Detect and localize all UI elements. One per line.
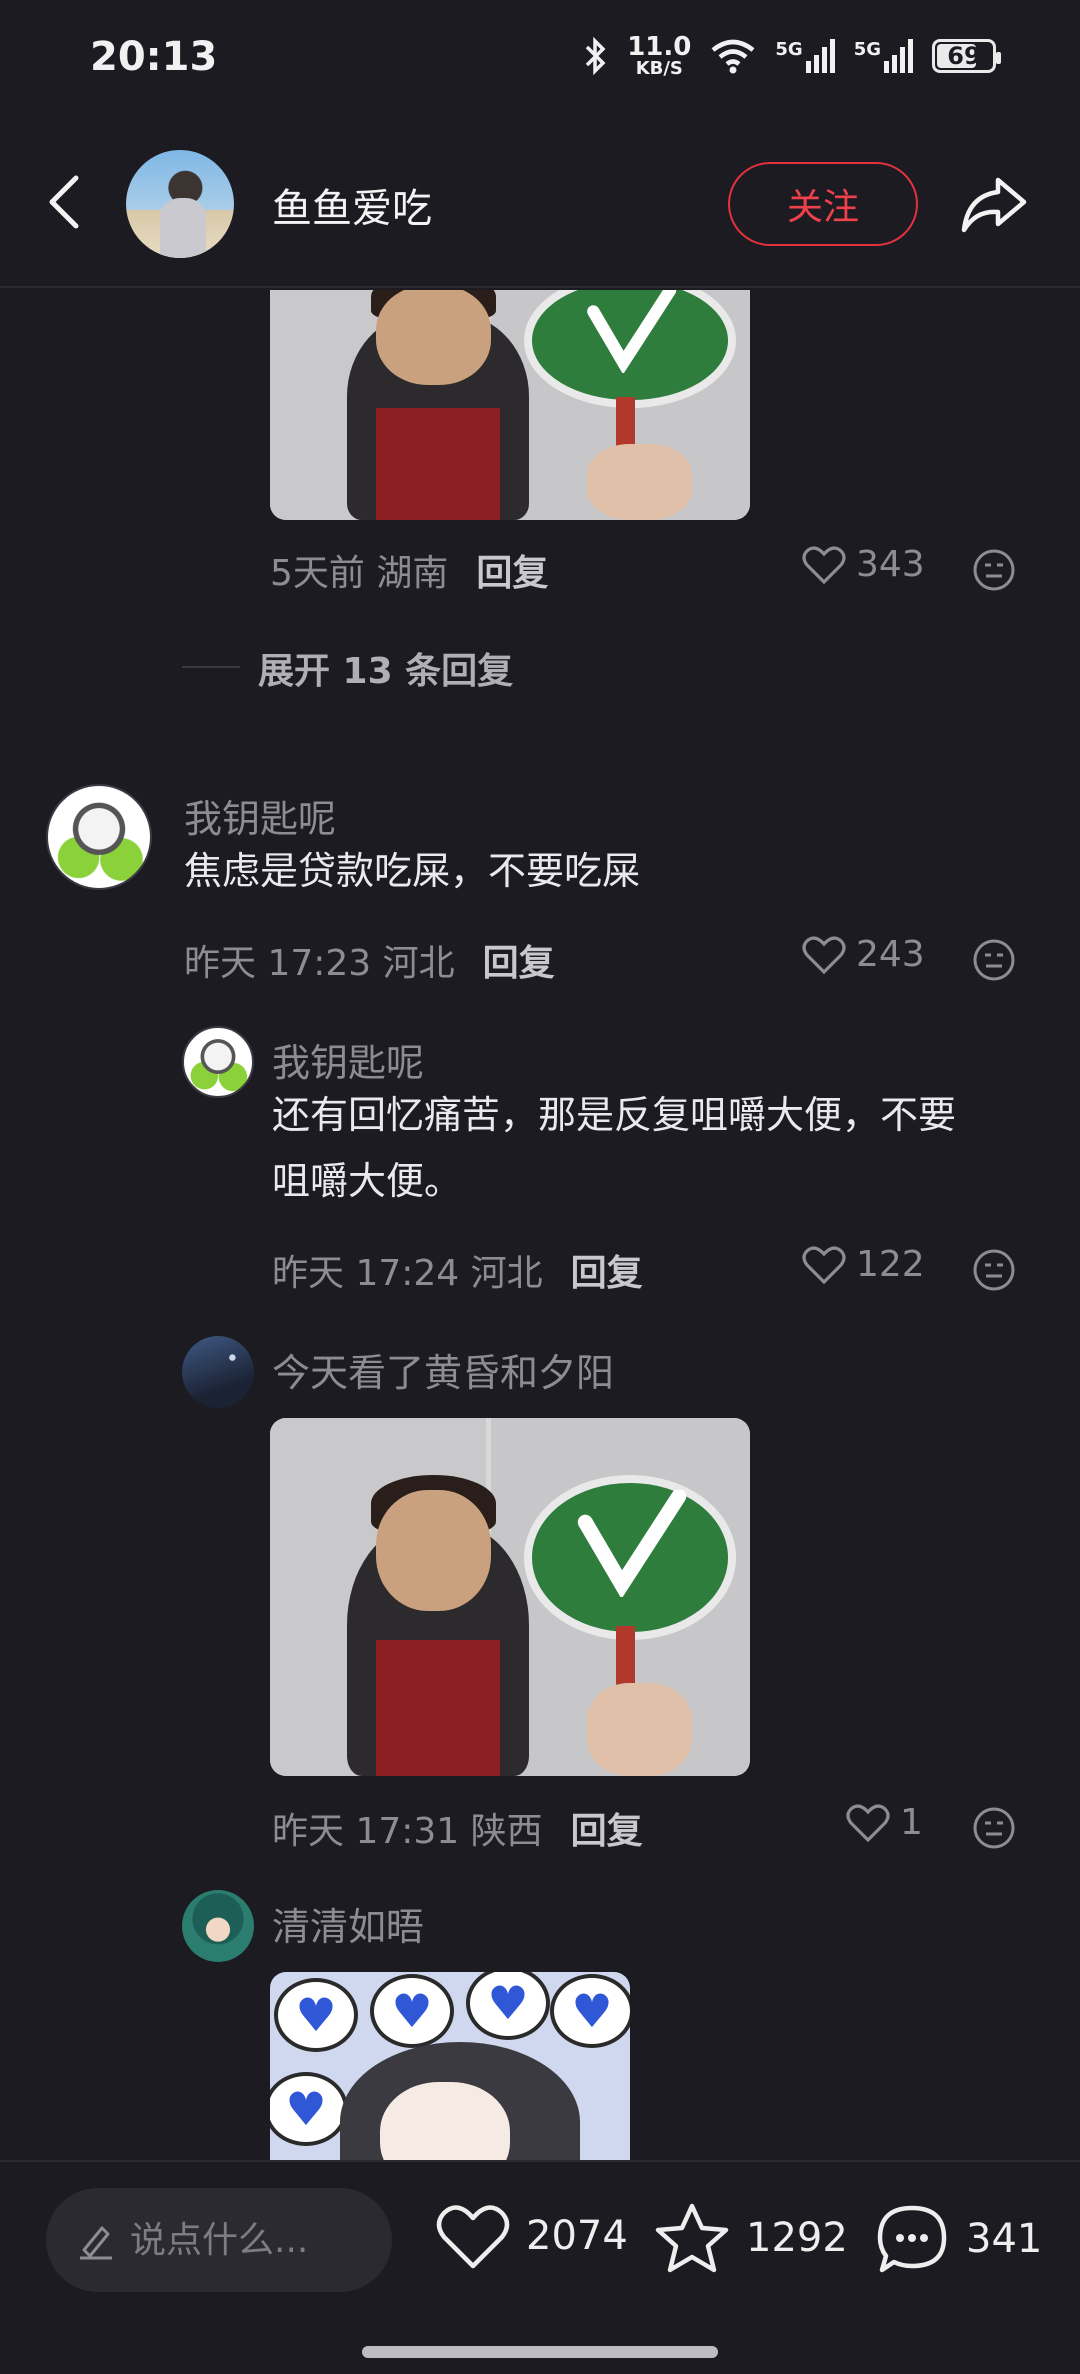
home-indicator[interactable] bbox=[362, 2346, 718, 2358]
like-post-button[interactable]: 2074 bbox=[436, 2202, 628, 2270]
status-time: 20:13 bbox=[90, 34, 218, 80]
comment-field[interactable] bbox=[130, 2219, 350, 2261]
reply-button[interactable]: 回复 bbox=[571, 1244, 643, 1296]
reply-meta: 昨天 17:31 陕西 回复 bbox=[272, 1802, 643, 1854]
heart-icon bbox=[436, 2205, 510, 2269]
status-icons: 11.0 KB/S 5G 5G 69 bbox=[583, 32, 1001, 79]
emoji-reaction-icon[interactable] bbox=[972, 1806, 1016, 1850]
reply-button[interactable]: 回复 bbox=[476, 544, 548, 596]
expand-replies-button[interactable]: 展开 13 条回复 bbox=[258, 642, 513, 694]
reply-image[interactable] bbox=[270, 290, 750, 520]
comments-button[interactable]: 341 bbox=[874, 2202, 1042, 2276]
comment-bubble-icon bbox=[877, 2205, 947, 2273]
reply-meta: 昨天 17:24 河北 回复 bbox=[272, 1244, 643, 1296]
header: 鱼鱼爱吃 关注 bbox=[0, 120, 1080, 288]
back-arrow-icon[interactable] bbox=[40, 170, 90, 234]
like-button[interactable]: 1 bbox=[846, 1802, 923, 1843]
replier-avatar[interactable] bbox=[182, 1890, 254, 1962]
replier-avatar[interactable] bbox=[182, 1026, 254, 1098]
comment-input[interactable] bbox=[46, 2188, 392, 2292]
signal-bars-icon bbox=[884, 39, 913, 73]
like-button[interactable]: 122 bbox=[802, 1244, 925, 1285]
bluetooth-icon bbox=[585, 36, 606, 76]
expand-divider bbox=[182, 666, 240, 668]
reply-button[interactable]: 回复 bbox=[483, 934, 555, 986]
share-icon[interactable] bbox=[956, 166, 1032, 242]
comment-meta: 5天前 湖南 回复 bbox=[270, 544, 548, 596]
replier-name[interactable]: 今天看了黄昏和夕阳 bbox=[272, 1342, 614, 1397]
cell-signal-1: 5G bbox=[775, 39, 835, 73]
commenter-avatar[interactable] bbox=[46, 784, 152, 890]
signal-bars-icon bbox=[805, 39, 835, 73]
wifi-icon bbox=[711, 39, 755, 74]
heart-icon bbox=[802, 546, 846, 584]
comment-text: 焦虑是贷款吃屎，不要吃屎 bbox=[184, 849, 641, 893]
status-bar: 20:13 11.0 KB/S 5G 5G 69 bbox=[0, 0, 1080, 120]
reply-text: 还有回忆痛苦，那是反复咀嚼大便，不要 咀嚼大便。 bbox=[272, 1093, 957, 1203]
reply-image[interactable] bbox=[270, 1418, 750, 1776]
follow-button[interactable]: 关注 bbox=[728, 162, 918, 246]
reply-button[interactable]: 回复 bbox=[571, 1802, 643, 1854]
reply-image[interactable]: ♥ ♥ ♥ ♥ ♥ bbox=[270, 1972, 630, 2160]
author-name[interactable]: 鱼鱼爱吃 bbox=[272, 176, 432, 234]
emoji-reaction-icon[interactable] bbox=[972, 1248, 1016, 1292]
commenter-name[interactable]: 我钥匙呢 bbox=[184, 788, 336, 843]
replier-name[interactable]: 我钥匙呢 bbox=[272, 1032, 424, 1087]
pencil-icon bbox=[80, 2226, 112, 2260]
emoji-reaction-icon[interactable] bbox=[972, 938, 1016, 982]
cell-signal-2: 5G bbox=[854, 39, 914, 73]
heart-icon bbox=[802, 936, 846, 974]
bottom-action-bar: 2074 1292 341 bbox=[0, 2160, 1080, 2374]
replier-avatar[interactable] bbox=[182, 1336, 254, 1408]
heart-icon bbox=[846, 1804, 890, 1842]
favorite-button[interactable]: 1292 bbox=[654, 2202, 848, 2274]
comment-meta: 昨天 17:23 河北 回复 bbox=[184, 934, 555, 986]
author-avatar[interactable] bbox=[126, 150, 234, 258]
network-speed: 11.0 KB/S bbox=[627, 32, 692, 79]
heart-icon bbox=[802, 1246, 846, 1284]
like-button[interactable]: 243 bbox=[802, 934, 925, 975]
replier-name[interactable]: 清清如晤 bbox=[272, 1896, 424, 1951]
star-icon bbox=[655, 2203, 729, 2273]
comment-list[interactable]: 5天前 湖南 回复 343 展开 13 条回复 我钥匙呢 焦虑是贷款吃屎，不要吃… bbox=[0, 290, 1080, 2160]
emoji-reaction-icon[interactable] bbox=[972, 548, 1016, 592]
battery-icon: 69 bbox=[932, 39, 1001, 73]
like-button[interactable]: 343 bbox=[802, 544, 925, 585]
